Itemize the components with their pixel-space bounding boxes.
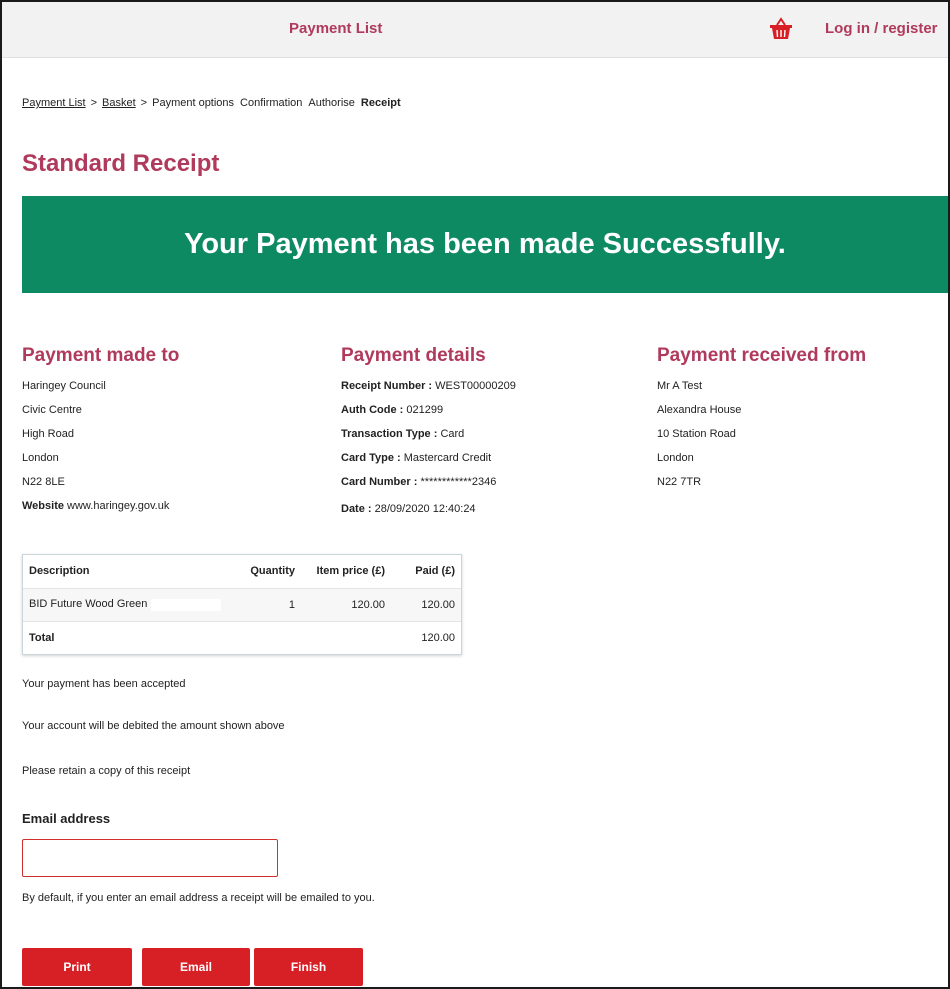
detail-value: ************2346 [420,476,497,488]
breadcrumb-receipt: Receipt [360,97,401,109]
detail-label: Card Number : [341,476,418,488]
top-bar: Payment List Log in / register [2,2,948,58]
payment-received-from: Payment received from Mr A Test Alexandr… [657,345,866,499]
detail-value: 021299 [406,404,444,416]
payee-line: N22 8LE [22,476,65,488]
detail-card-type: Card Type : Mastercard Credit [341,451,516,475]
breadcrumb-authorise: Authorise [308,97,355,109]
payer-line: N22 7TR [657,476,702,488]
payment-received-from-heading: Payment received from [657,345,867,366]
email-input[interactable] [22,839,278,877]
detail-label: Transaction Type : [341,428,438,440]
receipt-items-table: Description Quantity Item price (£) Paid… [23,555,461,654]
breadcrumb-separator: > [90,97,98,109]
row-description: BID Future Wood Green [23,587,241,621]
payment-details: Payment details Receipt Number : WEST000… [341,345,516,526]
payment-made-to-heading: Payment made to [22,345,180,366]
page-title: Standard Receipt [22,150,220,177]
detail-label: Receipt Number : [341,380,433,392]
row-item-price: 120.00 [301,587,391,621]
detail-auth-code: Auth Code : 021299 [341,403,516,427]
success-banner: Your Payment has been made Successfully. [22,196,948,293]
success-message: Your Payment has been made Successfully. [184,228,786,260]
table-row: BID Future Wood Green 1 120.00 120.00 [23,587,461,621]
detail-label: Auth Code : [341,404,404,416]
detail-receipt-number: Receipt Number : WEST00000209 [341,379,516,403]
breadcrumb-separator: > [140,97,148,109]
payer-line: Mr A Test [657,380,703,392]
breadcrumb-payment-options: Payment options [152,97,235,109]
detail-card-number: Card Number : ************2346 [341,475,516,499]
total-paid: 120.00 [391,620,461,654]
detail-value: Mastercard Credit [403,452,492,464]
finish-button[interactable]: Finish [254,948,363,986]
row-paid: 120.00 [391,587,461,621]
payee-line: High Road [22,428,74,440]
detail-label: Card Type : [341,452,401,464]
page-frame: Payment List Log in / register Payment L… [0,0,950,989]
message-retain: Please retain a copy of this receipt [22,765,191,777]
message-accepted: Your payment has been accepted [22,678,186,690]
table-header-row: Description Quantity Item price (£) Paid… [23,555,461,588]
header-title[interactable]: Payment List [289,20,382,37]
payer-line: 10 Station Road [657,428,736,440]
detail-label: Date : [341,503,372,515]
breadcrumb-payment-list[interactable]: Payment List [22,97,86,109]
payee-line: Civic Centre [22,404,82,416]
website-value: www.haringey.gov.uk [67,500,170,512]
login-register-link[interactable]: Log in / register [825,20,938,37]
payer-line: London [657,452,694,464]
total-empty [301,620,391,654]
message-debited: Your account will be debited the amount … [22,720,285,732]
detail-date: Date : 28/09/2020 12:40:24 [341,502,516,526]
col-quantity: Quantity [250,565,295,578]
row-description-text: BID Future Wood Green [29,598,148,611]
row-quantity: 1 [241,587,301,621]
website-label: Website [22,500,64,512]
redacted-area [151,598,222,611]
col-description: Description [29,565,90,578]
email-button[interactable]: Email [142,948,250,986]
breadcrumb-confirmation: Confirmation [240,97,303,109]
payee-line: Haringey Council [22,380,106,392]
col-item-price: Item price (£) [316,565,385,578]
payee-website: Website www.haringey.gov.uk [22,499,179,523]
receipt-table: Description Quantity Item price (£) Paid… [22,554,462,655]
detail-transaction-type: Transaction Type : Card [341,427,516,451]
detail-value: Card [440,428,465,440]
email-label: Email address [22,811,111,826]
total-empty [241,620,301,654]
email-hint: By default, if you enter an email addres… [22,892,375,904]
payment-made-to: Payment made to Haringey Council Civic C… [22,345,179,523]
detail-value: 28/09/2020 12:40:24 [374,503,476,515]
detail-value: WEST00000209 [435,380,516,392]
total-label: Total [23,620,241,654]
breadcrumb: Payment List > Basket > Payment options Confi… [22,97,401,109]
basket-icon[interactable] [768,16,794,42]
col-paid: Paid (£) [415,565,455,578]
breadcrumb-basket[interactable]: Basket [102,97,136,109]
table-total-row: Total 120.00 [23,620,461,654]
print-button[interactable]: Print [22,948,132,986]
payee-line: London [22,452,59,464]
payer-line: Alexandra House [657,404,742,416]
payment-details-heading: Payment details [341,345,486,366]
